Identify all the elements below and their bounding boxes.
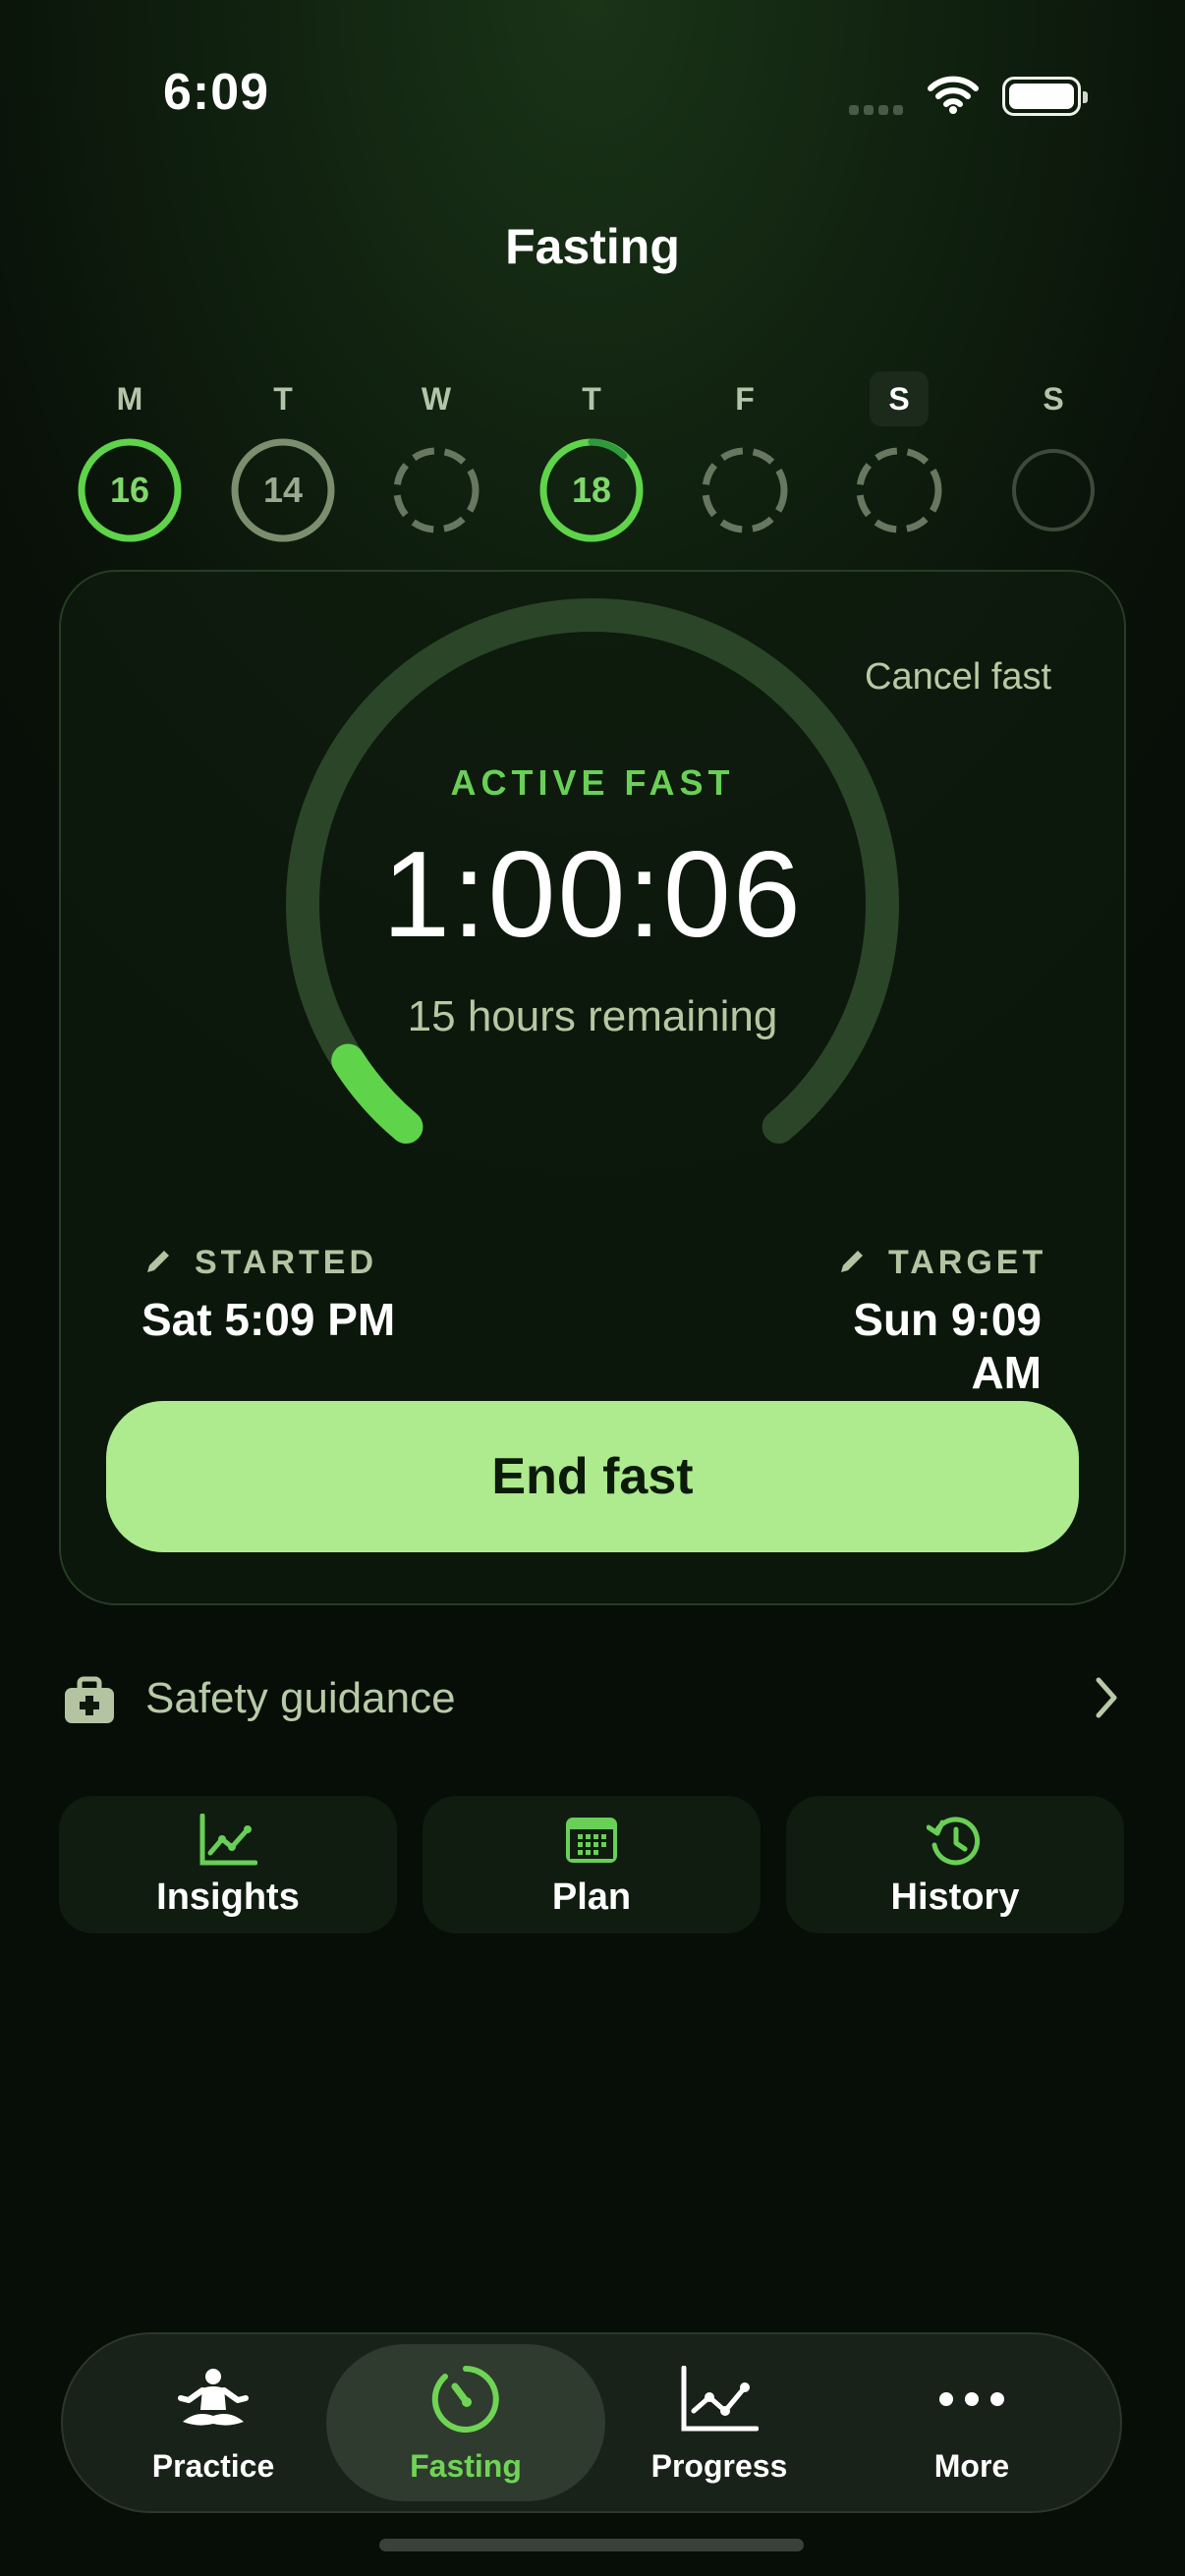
day-progress-ring: 14 — [229, 436, 337, 544]
page-title: Fasting — [505, 219, 680, 274]
plan-label: Plan — [551, 1876, 632, 1918]
pencil-icon — [841, 1251, 863, 1272]
tab-more[interactable]: More — [849, 2356, 1095, 2485]
target-time[interactable]: Sun 9:09 AM — [776, 1293, 1042, 1399]
tab-fasting[interactable]: Fasting — [343, 2356, 589, 2485]
battery-icon — [1002, 77, 1088, 116]
tab-fasting-label: Fasting — [410, 2448, 522, 2484]
week-day-letter: F — [735, 381, 755, 417]
meditation-icon — [90, 2356, 336, 2442]
day-progress-ring: 16 — [76, 436, 184, 544]
home-indicator — [379, 2539, 804, 2551]
insights-tile[interactable]: Insights — [59, 1796, 397, 1933]
target-label: TARGET — [888, 1244, 1047, 1281]
week-day[interactable]: T 18 — [537, 371, 646, 544]
tab-more-label: More — [933, 2448, 1010, 2484]
history-label: History — [890, 1876, 1020, 1918]
fast-status-label: ACTIVE FAST — [450, 762, 735, 803]
week-day[interactable]: W — [382, 371, 490, 544]
cellular-signal-icon — [849, 102, 908, 120]
status-time: 6:09 — [163, 64, 270, 121]
day-hours: 18 — [571, 470, 612, 510]
tab-practice-label: Practice — [151, 2448, 275, 2484]
insights-label: Insights — [156, 1876, 300, 1918]
tab-practice[interactable]: Practice — [90, 2356, 336, 2485]
edit-target-button[interactable]: TARGET — [837, 1244, 1046, 1282]
week-day[interactable]: M 16 — [76, 371, 184, 544]
week-day[interactable]: F — [691, 371, 799, 544]
started-label: STARTED — [195, 1244, 378, 1281]
calendar-icon — [423, 1814, 761, 1872]
fast-timer: 1:00:06 — [382, 827, 803, 963]
history-clock-icon — [786, 1814, 1124, 1874]
end-fast-button[interactable]: End fast — [106, 1401, 1079, 1552]
history-tile[interactable]: History — [786, 1796, 1124, 1933]
week-day-letter: T — [273, 381, 293, 417]
day-progress-ring — [999, 436, 1107, 544]
day-hours: 14 — [262, 470, 304, 510]
day-progress-ring — [382, 436, 490, 544]
ellipsis-icon — [849, 2356, 1095, 2442]
safety-guidance-label: Safety guidance — [145, 1674, 456, 1722]
tab-progress-label: Progress — [650, 2448, 788, 2484]
week-day-letter: W — [421, 381, 452, 417]
week-day-letter: M — [116, 381, 143, 417]
week-day[interactable]: S — [999, 371, 1107, 544]
first-aid-kit-icon — [63, 1676, 116, 1730]
time-remaining: 15 hours remaining — [407, 992, 778, 1040]
day-progress-ring — [845, 436, 953, 544]
week-day-letter: S — [870, 371, 929, 426]
week-day-letter: S — [1043, 381, 1064, 417]
pencil-icon — [147, 1251, 169, 1272]
wifi-icon — [928, 75, 979, 119]
line-chart-icon — [59, 1813, 397, 1872]
plan-tile[interactable]: Plan — [423, 1796, 761, 1933]
chart-icon — [596, 2356, 842, 2442]
day-hours: 16 — [109, 470, 150, 510]
week-day[interactable]: T 14 — [229, 371, 337, 544]
edit-start-button[interactable]: STARTED — [143, 1244, 377, 1282]
cancel-fast-button[interactable]: Cancel fast — [865, 656, 1051, 699]
week-day[interactable]: S — [845, 371, 953, 544]
chevron-right-icon — [1093, 1674, 1120, 1726]
tab-progress[interactable]: Progress — [596, 2356, 842, 2485]
day-progress-ring — [691, 436, 799, 544]
stopwatch-icon — [343, 2356, 589, 2442]
started-time[interactable]: Sat 5:09 PM — [141, 1293, 395, 1346]
week-day-letter: T — [582, 381, 601, 417]
day-progress-ring: 18 — [537, 436, 646, 544]
